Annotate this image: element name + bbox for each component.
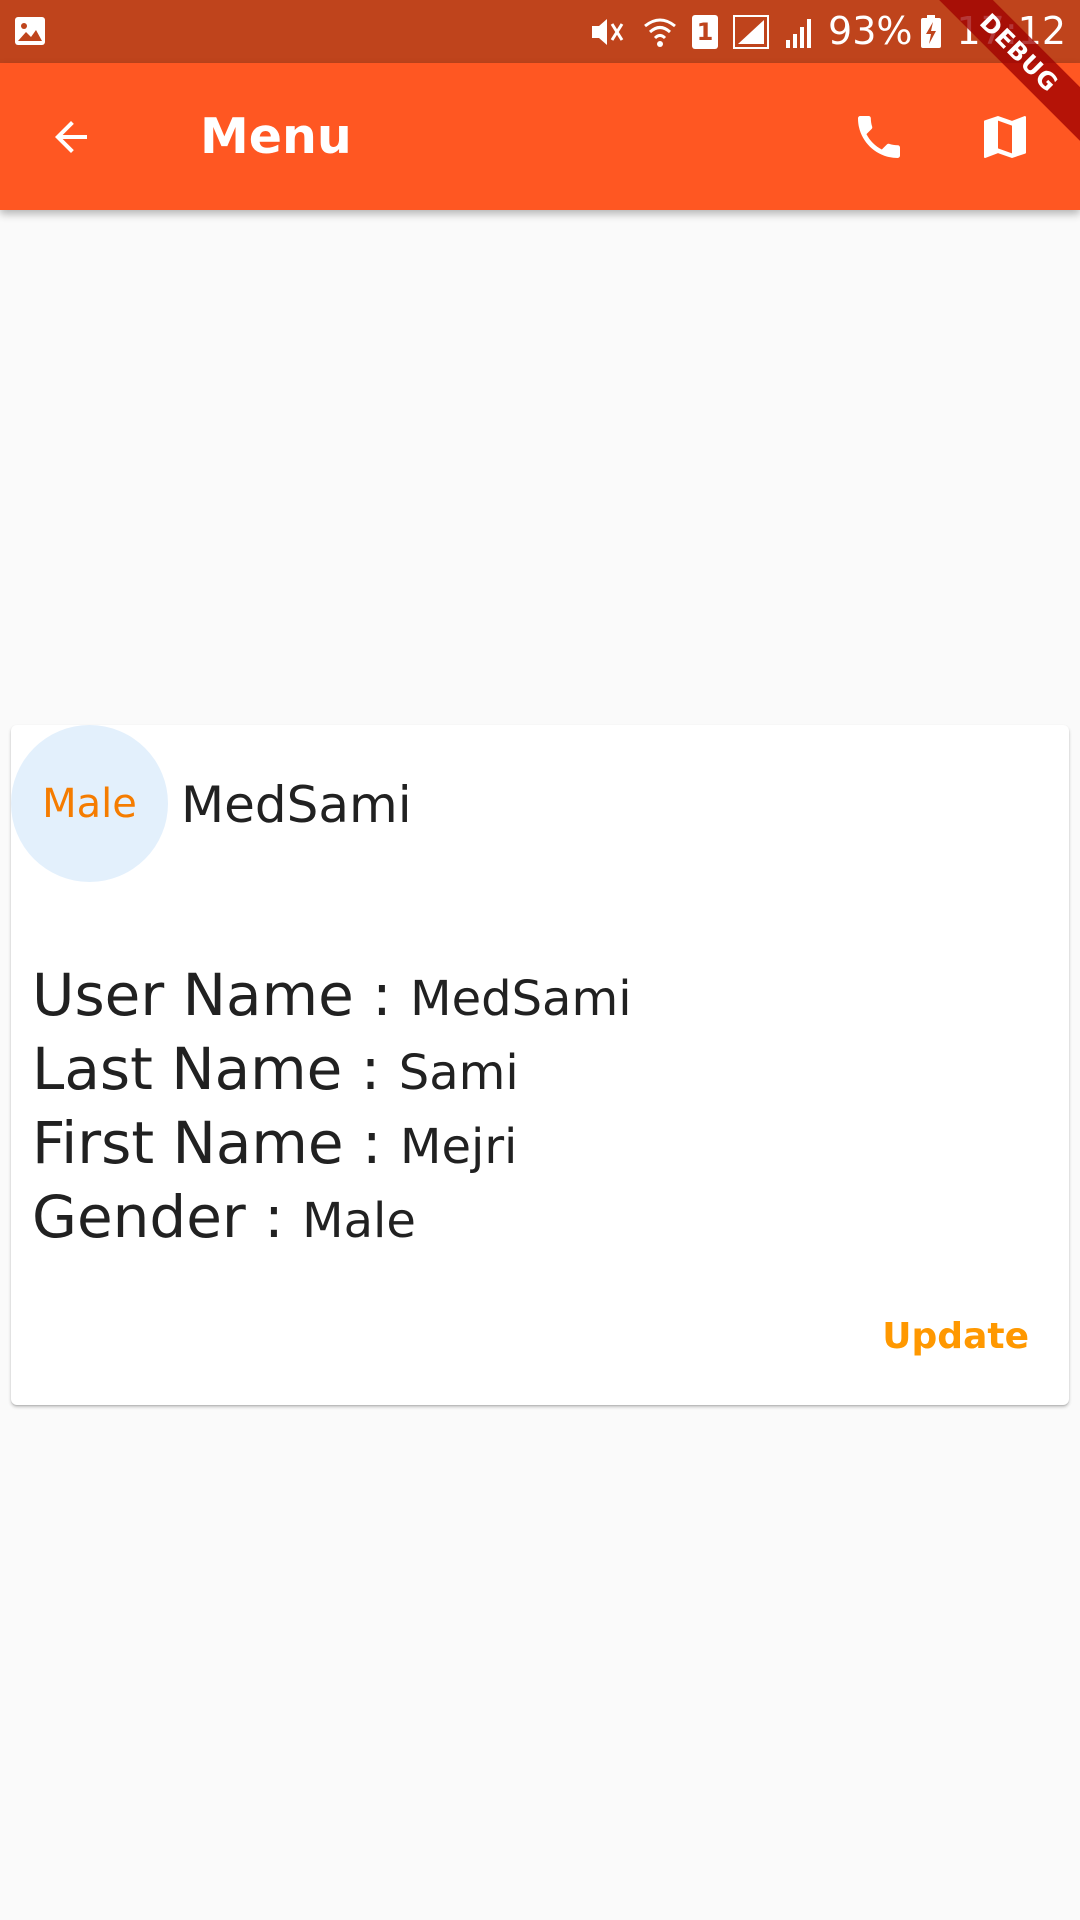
detail-label: First Name : xyxy=(32,1109,401,1177)
signal-icon xyxy=(733,14,770,49)
update-button[interactable]: Update xyxy=(872,1310,1039,1363)
page-title: Menu xyxy=(200,108,352,165)
wifi-icon xyxy=(644,18,676,47)
detail-row-gender: Gender : Male xyxy=(32,1180,632,1254)
map-button[interactable] xyxy=(974,106,1036,168)
detail-value: Sami xyxy=(398,1045,519,1101)
detail-value: MedSami xyxy=(410,971,632,1027)
map-icon xyxy=(984,116,1026,158)
detail-label: Gender : xyxy=(32,1183,303,1251)
mute-icon xyxy=(592,18,624,45)
battery-charging-icon xyxy=(921,14,942,48)
detail-value: Male xyxy=(302,1193,416,1249)
battery-percentage: 93% xyxy=(828,9,913,53)
detail-value: Mejri xyxy=(400,1119,518,1175)
app-bar: Menu xyxy=(0,63,1080,210)
detail-label: User Name : xyxy=(32,961,411,1029)
detail-row-last-name: Last Name : Sami xyxy=(32,1032,632,1106)
avatar: Male xyxy=(11,725,168,882)
sim-icon: 1 xyxy=(692,14,719,49)
detail-row-first-name: First Name : Mejri xyxy=(32,1106,632,1180)
user-details: User Name : MedSami Last Name : Sami Fir… xyxy=(32,958,632,1254)
phone-button[interactable] xyxy=(848,106,910,168)
signal-icon-2 xyxy=(786,18,812,48)
phone-icon xyxy=(858,116,900,158)
detail-row-username: User Name : MedSami xyxy=(32,958,632,1032)
arrow-back-icon xyxy=(55,121,87,153)
detail-label: Last Name : xyxy=(32,1035,399,1103)
avatar-text: Male xyxy=(42,780,137,827)
gallery-icon xyxy=(15,17,45,45)
back-button[interactable] xyxy=(40,106,102,168)
user-card: Male MedSami User Name : MedSami Last Na… xyxy=(11,725,1069,1405)
status-bar: 1 93% 17:12 xyxy=(0,0,1080,63)
card-title: MedSami xyxy=(181,776,412,834)
